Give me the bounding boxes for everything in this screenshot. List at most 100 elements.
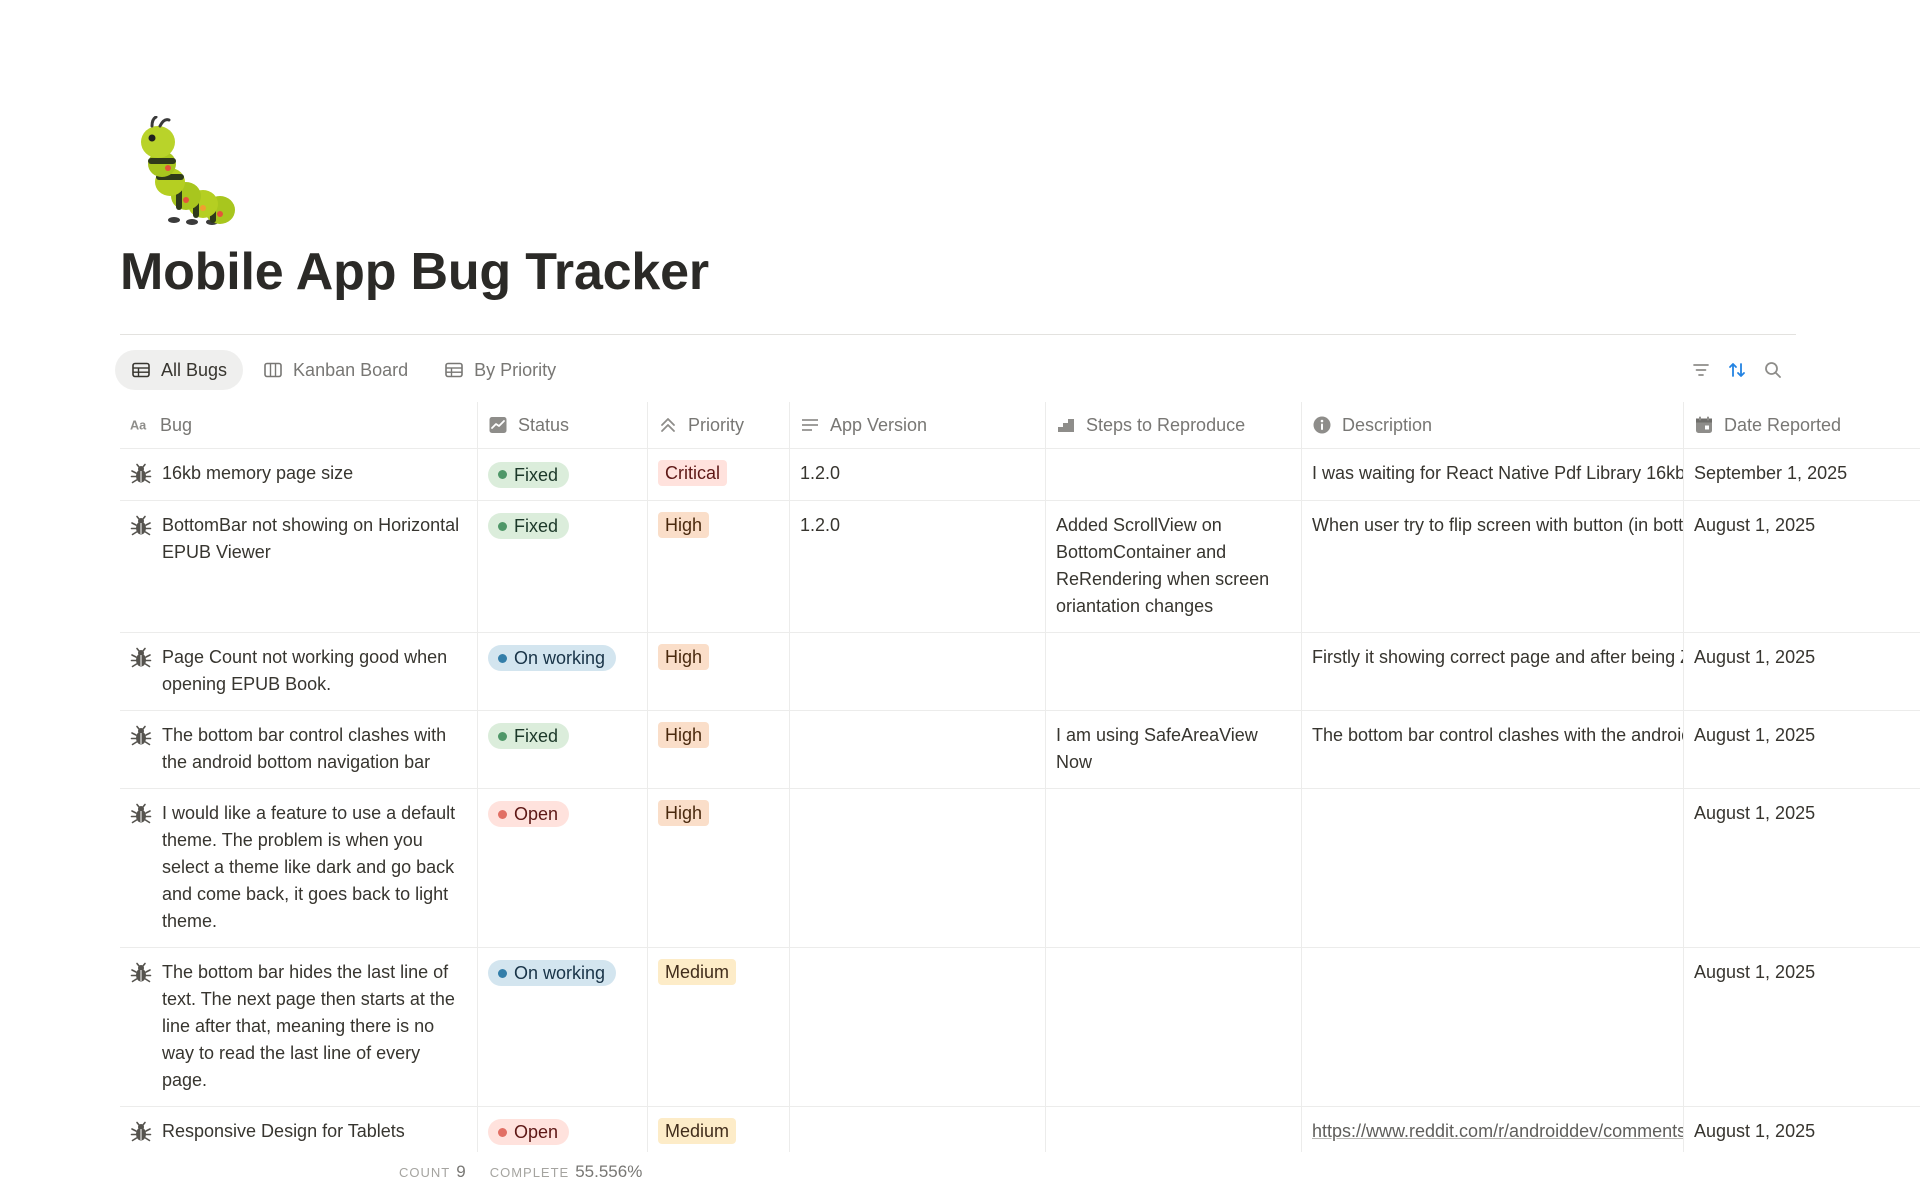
status-badge[interactable]: On working — [488, 960, 617, 986]
description-cell[interactable]: I was waiting for React Native Pdf Libra… — [1302, 449, 1684, 500]
priority-cell[interactable]: Medium — [648, 1106, 790, 1152]
priority-cell[interactable]: High — [648, 710, 790, 788]
table-row[interactable]: The bottom bar hides the last line of te… — [120, 947, 1920, 1107]
date-cell[interactable]: August 1, 2025 — [1684, 501, 1920, 632]
status-cell[interactable]: Open — [478, 788, 648, 947]
status-cell[interactable]: Fixed — [478, 710, 648, 788]
description-cell[interactable] — [1302, 788, 1684, 947]
app-version-cell[interactable] — [790, 632, 1046, 710]
bug-title[interactable]: Responsive Design for Tablets — [162, 1118, 405, 1145]
app-version-cell[interactable]: 1.2.0 — [790, 449, 1046, 500]
bug-title[interactable]: The bottom bar hides the last line of te… — [162, 959, 467, 1094]
bug-cell[interactable]: 16kb memory page size — [120, 449, 478, 500]
priority-badge[interactable]: High — [658, 643, 710, 670]
status-badge[interactable]: Fixed — [488, 513, 570, 539]
tab-all-bugs[interactable]: All Bugs — [115, 350, 244, 390]
status-cell[interactable]: On working — [478, 947, 648, 1106]
page-title[interactable]: Mobile App Bug Tracker — [120, 242, 709, 302]
bug-title[interactable]: 16kb memory page size — [162, 460, 353, 487]
bug-title[interactable]: BottomBar not showing on Horizontal EPUB… — [162, 512, 467, 566]
bug-icon — [130, 463, 152, 484]
table-row[interactable]: I would like a feature to use a default … — [120, 788, 1920, 948]
priority-badge[interactable]: Medium — [658, 958, 737, 985]
date-cell[interactable]: September 1, 2025 — [1684, 449, 1920, 500]
steps-cell[interactable] — [1046, 788, 1302, 947]
bug-cell[interactable]: Responsive Design for Tablets — [120, 1106, 478, 1152]
column-header-bug[interactable]: Aa Bug — [120, 402, 478, 448]
steps-text: Added ScrollView on BottomContainer and … — [1056, 514, 1270, 616]
status-cell[interactable]: On working — [478, 632, 648, 710]
table-icon — [445, 362, 463, 378]
bug-cell[interactable]: The bottom bar control clashes with the … — [120, 710, 478, 788]
search-button[interactable] — [1762, 356, 1784, 384]
status-badge[interactable]: Open — [488, 1119, 570, 1145]
steps-cell[interactable] — [1046, 449, 1302, 500]
description-cell[interactable]: Firstly it showing correct page and afte… — [1302, 632, 1684, 710]
date-reported: August 1, 2025 — [1694, 1120, 1816, 1141]
bug-cell[interactable]: I would like a feature to use a default … — [120, 788, 478, 947]
column-header-priority[interactable]: Priority — [648, 402, 790, 448]
status-cell[interactable]: Fixed — [478, 449, 648, 500]
column-header-app-version[interactable]: App Version — [790, 402, 1046, 448]
steps-cell[interactable]: I am using SafeAreaView Now — [1046, 710, 1302, 788]
app-version-cell[interactable] — [790, 947, 1046, 1106]
status-badge[interactable]: Fixed — [488, 461, 570, 488]
date-cell[interactable]: August 1, 2025 — [1684, 948, 1920, 1106]
table-row[interactable]: The bottom bar control clashes with the … — [120, 710, 1920, 789]
caterpillar-icon[interactable] — [128, 115, 240, 228]
bug-title[interactable]: Page Count not working good when opening… — [162, 644, 467, 698]
tab-kanban-board[interactable]: Kanban Board — [247, 350, 424, 390]
description-link[interactable]: https://www.reddit.com/r/androiddev/comm… — [1312, 1121, 1683, 1141]
priority-cell[interactable]: Medium — [648, 947, 790, 1106]
steps-cell[interactable]: Added ScrollView on BottomContainer and … — [1046, 500, 1302, 632]
status-cell[interactable]: Open — [478, 1106, 648, 1152]
app-version-cell[interactable]: 1.2.0 — [790, 500, 1046, 632]
bug-cell[interactable]: The bottom bar hides the last line of te… — [120, 947, 478, 1106]
status-badge[interactable]: Open — [488, 801, 570, 827]
chevron-up-double-icon — [661, 418, 675, 432]
table-row[interactable]: Page Count not working good when opening… — [120, 632, 1920, 711]
sort-button[interactable] — [1726, 356, 1748, 384]
description-cell[interactable]: When user try to flip screen with button… — [1302, 500, 1684, 632]
bug-cell[interactable]: BottomBar not showing on Horizontal EPUB… — [120, 500, 478, 632]
app-version-cell[interactable] — [790, 710, 1046, 788]
tab-by-priority[interactable]: By Priority — [428, 350, 572, 390]
column-header-status[interactable]: Status — [478, 402, 648, 448]
description-cell[interactable]: https://www.reddit.com/r/androiddev/comm… — [1302, 1106, 1684, 1152]
app-version-cell[interactable] — [790, 788, 1046, 947]
column-header-date-reported[interactable]: Date Reported — [1684, 402, 1920, 448]
bug-title[interactable]: The bottom bar control clashes with the … — [162, 722, 467, 776]
steps-cell[interactable] — [1046, 947, 1302, 1106]
table-row[interactable]: 16kb memory page size Fixed Critical 1.2.0 I… — [120, 449, 1920, 501]
date-cell[interactable]: August 1, 2025 — [1684, 789, 1920, 947]
description-cell[interactable] — [1302, 947, 1684, 1106]
date-cell[interactable]: August 1, 2025 — [1684, 633, 1920, 710]
steps-cell[interactable] — [1046, 632, 1302, 710]
table-row[interactable]: BottomBar not showing on Horizontal EPUB… — [120, 500, 1920, 633]
bug-title[interactable]: I would like a feature to use a default … — [162, 800, 467, 935]
table-row[interactable]: Responsive Design for Tablets Open Medium h… — [120, 1106, 1920, 1153]
complete-value: 55.556% — [575, 1162, 643, 1181]
priority-badge[interactable]: Medium — [658, 1117, 737, 1144]
status-badge[interactable]: Fixed — [488, 723, 570, 749]
table-icon — [132, 362, 150, 378]
priority-badge[interactable]: High — [658, 511, 710, 538]
column-header-description[interactable]: Description — [1302, 402, 1684, 448]
description-cell[interactable]: The bottom bar control clashes with the … — [1302, 710, 1684, 788]
column-header-steps[interactable]: Steps to Reproduce — [1046, 402, 1302, 448]
priority-cell[interactable]: High — [648, 632, 790, 710]
priority-badge[interactable]: Critical — [658, 460, 728, 486]
priority-cell[interactable]: High — [648, 500, 790, 632]
priority-cell[interactable]: Critical — [648, 449, 790, 500]
priority-badge[interactable]: High — [658, 721, 710, 748]
priority-badge[interactable]: High — [658, 799, 710, 826]
bug-cell[interactable]: Page Count not working good when opening… — [120, 632, 478, 710]
status-badge[interactable]: On working — [488, 645, 617, 671]
app-version-cell[interactable] — [790, 1106, 1046, 1152]
priority-cell[interactable]: High — [648, 788, 790, 947]
status-cell[interactable]: Fixed — [478, 500, 648, 632]
date-cell[interactable]: August 1, 2025 — [1684, 1107, 1920, 1153]
steps-cell[interactable] — [1046, 1106, 1302, 1152]
date-cell[interactable]: August 1, 2025 — [1684, 711, 1920, 788]
filter-button[interactable] — [1690, 356, 1712, 384]
